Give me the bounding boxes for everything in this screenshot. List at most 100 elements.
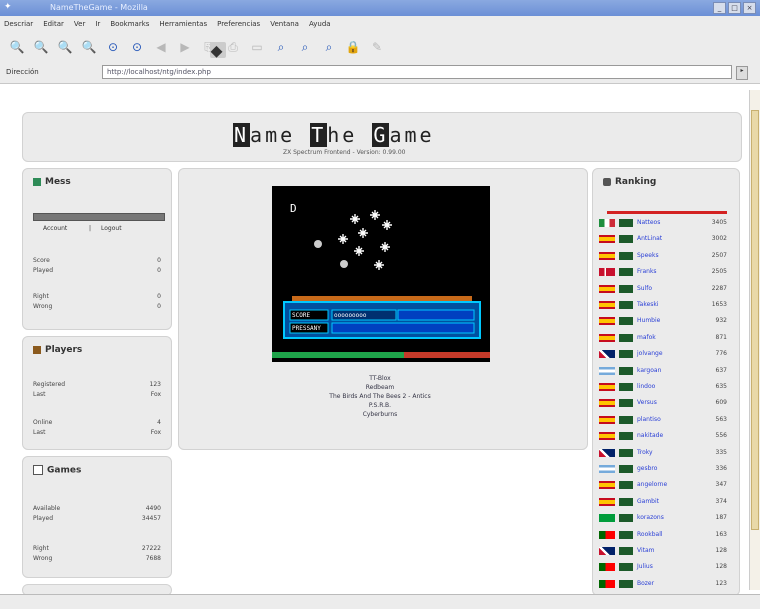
zoom-reset-icon[interactable]: 🔍 (56, 38, 74, 56)
player-badge-icon (619, 333, 633, 342)
menu-window[interactable]: Ventana (270, 20, 299, 28)
menu-bar: Descriar Editar Ver Ir Bookmarks Herrami… (0, 16, 760, 32)
ranking-player-link[interactable]: Speeks (637, 252, 659, 259)
menu-bookmarks[interactable]: Bookmarks (110, 20, 149, 28)
ranking-row: angelorne 347 (599, 479, 727, 491)
game-option[interactable]: P.S.R.B. (290, 401, 470, 410)
stop-icon[interactable]: ⊙ (128, 38, 146, 56)
site-logo: Name The Game (233, 123, 435, 147)
ranking-score: 187 (715, 514, 727, 522)
ranking-player-link[interactable]: AntLinat (637, 235, 662, 242)
ranking-player-link[interactable]: Takeski (637, 301, 659, 308)
hud-score-label: SCORE (292, 312, 311, 319)
stat-value: Fox (150, 391, 161, 398)
close-button[interactable]: × (743, 2, 756, 14)
ranking-row: gesbro 336 (599, 463, 727, 475)
ranking-player-link[interactable]: Natteos (637, 219, 660, 226)
find-prev-icon[interactable]: ⌕ (320, 38, 338, 56)
zoom-out-icon[interactable]: 🔍 (32, 38, 50, 56)
zoom-in-icon[interactable]: 🔍 (8, 38, 26, 56)
maximize-button[interactable]: □ (728, 2, 741, 14)
stat-score: Score 0 (33, 257, 161, 264)
ranking-player-link[interactable]: Julius (637, 563, 653, 570)
game-option[interactable]: TT-Blox (290, 374, 470, 383)
logo-letter-g: G (372, 123, 390, 147)
ranking-player-link[interactable]: lindoo (637, 383, 655, 390)
ranking-player-link[interactable]: Gambit (637, 498, 659, 505)
record-icon[interactable]: ⊙ (104, 38, 122, 56)
toolbar: 🔍 🔍 🔍 🔍 ⊙ ⊙ ◀ ▶ ⎘ ⎙ ▭ ⌕ ⌕ ⌕ 🔒 ✎ ◆ (0, 32, 760, 62)
stat-games-played: Played 34457 (33, 515, 161, 522)
menu-edit[interactable]: Editar (43, 20, 64, 28)
flag-icon (599, 497, 615, 506)
ranking-player-link[interactable]: plantiso (637, 416, 661, 423)
player-badge-icon (619, 235, 633, 244)
ranking-player-link[interactable]: angelorne (637, 481, 667, 488)
game-option[interactable]: The Birds And The Bees 2 - Antics (290, 392, 470, 401)
find-next-icon[interactable]: ⌕ (296, 38, 314, 56)
ranking-score: 123 (715, 579, 727, 587)
ranking-score: 556 (715, 432, 727, 440)
ranking-player-link[interactable]: mafok (637, 334, 656, 341)
player-badge-icon (619, 497, 633, 506)
menu-preferences[interactable]: Preferencias (217, 20, 260, 28)
ranking-panel-title-text: Ranking (615, 177, 657, 187)
stat-online: Online 4 (33, 419, 161, 426)
account-link[interactable]: Account (43, 225, 67, 232)
players-panel-title: Players (33, 345, 82, 355)
stat-label: Last (33, 429, 46, 436)
ranking-player-link[interactable]: Vitam (637, 547, 655, 554)
ranking-score: 335 (715, 448, 727, 456)
stat-value: 0 (157, 267, 161, 274)
ranking-player-link[interactable]: Humbie (637, 317, 660, 324)
player-badge-icon (619, 301, 633, 309)
hud-message: PRESSANY (292, 325, 321, 332)
menu-help[interactable]: Ayuda (309, 20, 331, 28)
player-badge-icon (619, 399, 633, 408)
stat-games-wrong: Wrong 7688 (33, 555, 161, 562)
back-icon[interactable]: ◀ (152, 38, 170, 56)
ranking-player-link[interactable]: Versus (637, 399, 657, 406)
tools-icon[interactable]: ✎ (368, 38, 386, 56)
url-input[interactable]: http://localhost/ntg/index.php (102, 65, 732, 79)
stat-label: Online (33, 419, 53, 426)
ranking-player-link[interactable]: jolvange (637, 350, 663, 357)
lock-icon[interactable]: 🔒 (344, 38, 362, 56)
menu-view[interactable]: Ver (74, 20, 85, 28)
vertical-scrollbar[interactable] (749, 90, 760, 590)
game-option[interactable]: Cyberburns (290, 410, 470, 419)
go-button[interactable]: ▸ (736, 66, 748, 80)
forward-icon[interactable]: ▶ (176, 38, 194, 56)
save-icon[interactable]: ▭ (248, 38, 266, 56)
user-icon (33, 177, 41, 186)
ranking-row: Humbie 932 (599, 315, 727, 327)
ranking-player-link[interactable]: korazons (637, 514, 664, 521)
ranking-score: 776 (715, 350, 727, 358)
game-option[interactable]: Redbeam (290, 383, 470, 392)
player-badge-icon (619, 350, 633, 359)
ranking-player-link[interactable]: Franks (637, 268, 657, 275)
ranking-row: Vitam 128 (599, 545, 727, 557)
ranking-score: 128 (715, 547, 727, 554)
ranking-player-link[interactable]: Rookball (637, 531, 663, 538)
find-icon[interactable]: ⌕ (272, 38, 290, 56)
menu-file[interactable]: Descriar (4, 20, 33, 28)
ranking-player-link[interactable]: Sulfo (637, 285, 652, 292)
stat-value: 4 (157, 419, 161, 426)
flag-icon (599, 399, 615, 408)
print-icon[interactable]: ⎙ (224, 38, 242, 56)
minimize-button[interactable]: _ (713, 2, 726, 14)
ranking-player-link[interactable]: gesbro (637, 465, 657, 472)
ranking-player-link[interactable]: kargoan (637, 367, 661, 374)
ranking-player-link[interactable]: Bozer (637, 580, 654, 587)
zoom-fit-icon[interactable]: 🔍 (80, 38, 98, 56)
logout-link[interactable]: Logout (101, 225, 122, 232)
ranking-row: Julius 128 (599, 561, 727, 573)
player-badge-icon (619, 530, 633, 539)
ranking-player-link[interactable]: nakitade (637, 432, 663, 439)
ranking-player-link[interactable]: Troky (637, 449, 653, 456)
menu-go[interactable]: Ir (95, 20, 100, 28)
scrollbar-thumb[interactable] (751, 110, 759, 530)
menu-tools[interactable]: Herramientas (159, 20, 207, 28)
ranking-row: mafok 871 (599, 332, 727, 344)
